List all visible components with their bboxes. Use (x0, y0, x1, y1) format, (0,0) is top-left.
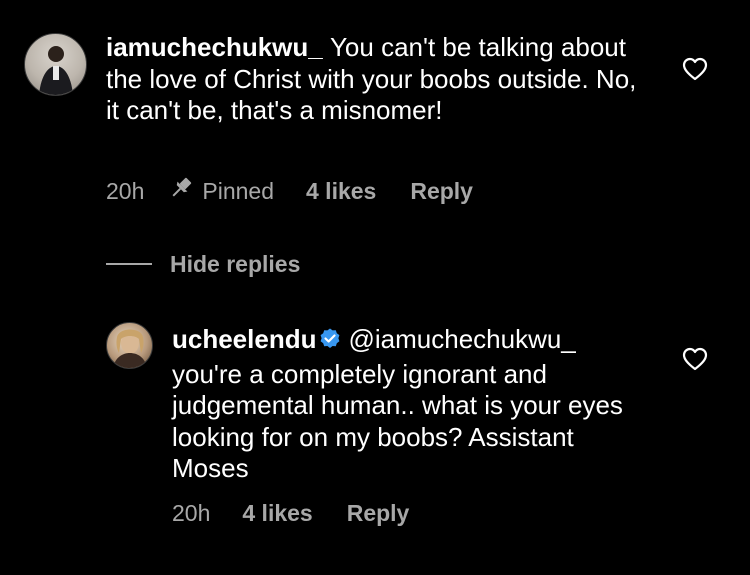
comment-username[interactable]: iamuchechukwu_ (106, 32, 323, 62)
heart-outline-icon (682, 347, 708, 371)
reply-text: you're a completely ignorant and judgeme… (172, 358, 623, 484)
reply-meta: 20h 4 likes Reply (172, 499, 409, 527)
comment-time: 20h (106, 177, 145, 204)
reply-mention[interactable]: @iamuchechukwu_ (348, 324, 575, 354)
comment-like-button[interactable] (682, 57, 708, 81)
comment-meta: 20h Pinned 4 likes Reply (106, 177, 473, 205)
heart-outline-icon (682, 57, 708, 81)
person-photo-icon (113, 329, 147, 368)
avatar-ucheelendu[interactable] (106, 322, 153, 369)
person-photo-icon (39, 46, 73, 95)
comment-likes[interactable]: 4 likes (306, 178, 376, 205)
pinned-label: Pinned (202, 177, 274, 204)
hide-replies-toggle[interactable]: Hide replies (106, 250, 300, 278)
comment-body: iamuchechukwu_ You can't be talking abou… (106, 32, 646, 127)
pin-icon (168, 175, 194, 207)
reply-time: 20h (172, 499, 211, 526)
reply-likes[interactable]: 4 likes (242, 500, 312, 527)
divider-line (106, 263, 152, 265)
reply-like-button[interactable] (682, 347, 708, 371)
comment-reply-button[interactable]: Reply (410, 178, 473, 205)
avatar-iamuchechukwu[interactable] (24, 33, 87, 96)
verified-badge-icon (318, 327, 342, 359)
reply-reply-button[interactable]: Reply (347, 500, 410, 527)
hide-replies-label: Hide replies (170, 250, 301, 277)
reply-body: ucheelendu @iamuchechukwu_ you're a compl… (172, 324, 642, 485)
reply-username[interactable]: ucheelendu (172, 324, 316, 354)
